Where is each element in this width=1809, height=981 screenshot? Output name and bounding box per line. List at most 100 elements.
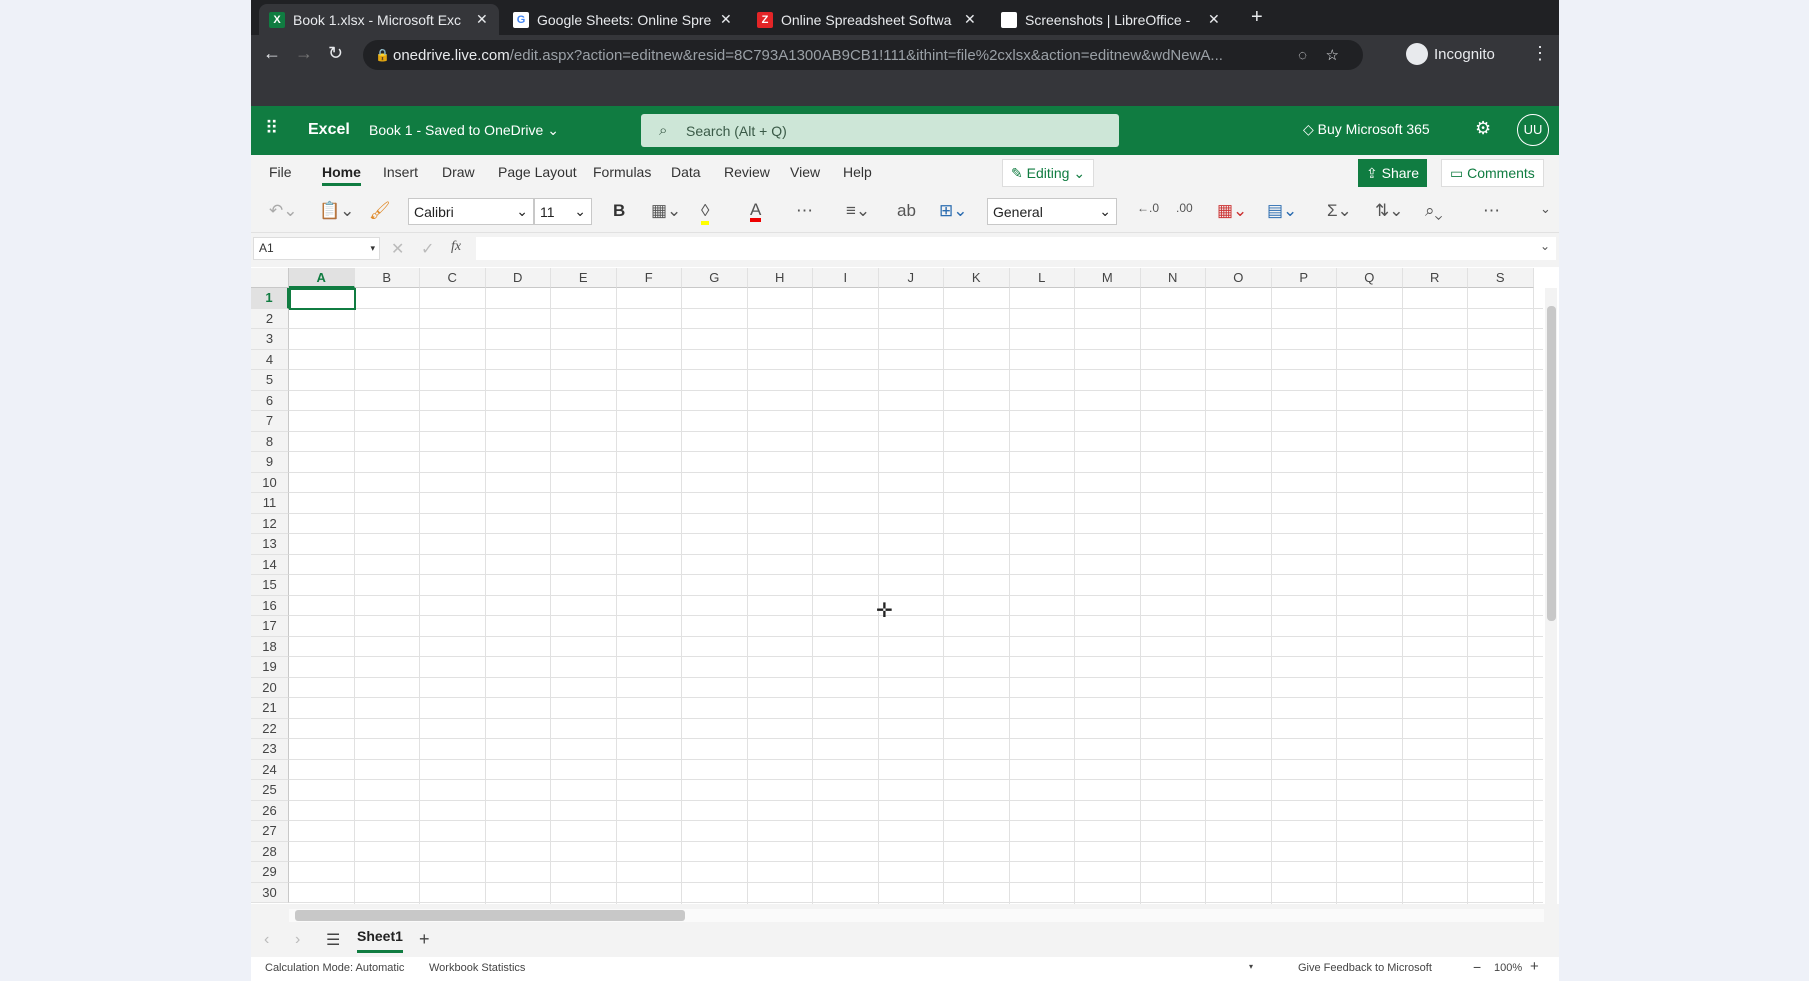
row-header[interactable]: 13 <box>251 534 289 555</box>
search-input[interactable]: ⌕ Search (Alt + Q) <box>641 114 1119 147</box>
spreadsheet-grid[interactable]: A B C D E F G H I J K L M N O P Q R S 1 2 3 4 5 6 7 8 9 10 11 12 13 14 15… <box>251 268 1543 904</box>
row-header[interactable]: 5 <box>251 370 289 391</box>
format-table-icon[interactable]: ▤⌄ <box>1267 201 1297 221</box>
row-header[interactable]: 15 <box>251 575 289 596</box>
row-header[interactable]: 8 <box>251 431 289 452</box>
row-header[interactable]: 14 <box>251 554 289 575</box>
column-header[interactable]: O <box>1206 268 1272 288</box>
comments-button[interactable]: ▭ Comments <box>1441 159 1544 187</box>
function-icon[interactable]: fx <box>451 239 461 255</box>
eye-off-icon[interactable]: ◌ <box>1298 47 1307 64</box>
decrease-decimal-icon[interactable]: .00 <box>1176 201 1193 215</box>
url-input[interactable]: 🔒 onedrive.live.com/edit.aspx?action=edi… <box>363 40 1363 70</box>
selected-cell[interactable] <box>289 288 356 310</box>
column-header[interactable]: R <box>1402 268 1468 288</box>
settings-icon[interactable]: ⚙ <box>1475 118 1491 139</box>
close-tab-icon[interactable]: ✕ <box>1208 11 1220 28</box>
wrap-text-icon[interactable]: ab <box>897 201 916 221</box>
tab-help[interactable]: Help <box>843 164 872 180</box>
feedback-link[interactable]: Give Feedback to Microsoft <box>1298 962 1432 974</box>
row-header[interactable]: 12 <box>251 513 289 534</box>
editing-mode-button[interactable]: ✎ Editing ⌄ <box>1002 159 1095 187</box>
next-sheet-icon[interactable]: › <box>295 931 300 949</box>
buy-microsoft-button[interactable]: ◇ Buy Microsoft 365 <box>1303 121 1430 138</box>
column-header[interactable]: J <box>878 268 944 288</box>
horizontal-scrollbar[interactable] <box>289 909 1544 922</box>
format-painter-icon[interactable]: 🖌 <box>369 201 391 221</box>
sort-filter-icon[interactable]: ⇅⌄ <box>1375 201 1404 221</box>
row-header[interactable]: 19 <box>251 657 289 678</box>
column-header[interactable]: H <box>747 268 813 288</box>
fill-color-icon[interactable]: ◊ <box>701 201 710 225</box>
row-header[interactable]: 6 <box>251 390 289 411</box>
font-name-select[interactable]: Calibri ⌄ <box>408 198 534 225</box>
tab-page-layout[interactable]: Page Layout <box>498 164 577 180</box>
align-icon[interactable]: ≡⌄ <box>846 201 870 221</box>
share-button[interactable]: ⇪ Share <box>1358 159 1427 187</box>
tab-home[interactable]: Home <box>322 164 361 186</box>
browser-tab[interactable]: G Google Sheets: Online Spre ✕ <box>503 4 743 35</box>
avatar[interactable]: UU <box>1517 114 1549 146</box>
workbook-statistics[interactable]: Workbook Statistics <box>429 962 525 974</box>
row-header[interactable]: 30 <box>251 882 289 903</box>
row-header[interactable]: 3 <box>251 329 289 350</box>
new-tab-icon[interactable]: + <box>1251 6 1263 29</box>
row-header[interactable]: 21 <box>251 698 289 719</box>
increase-decimal-icon[interactable]: ←.0 <box>1137 201 1159 215</box>
autosum-icon[interactable]: Σ⌄ <box>1327 201 1352 221</box>
tab-insert[interactable]: Insert <box>383 164 418 180</box>
browser-tab[interactable]: Z Online Spreadsheet Softwa ✕ <box>747 4 987 35</box>
zoom-in-icon[interactable]: + <box>1530 958 1539 975</box>
reload-icon[interactable]: ↻ <box>328 43 343 64</box>
vertical-scroll-thumb[interactable] <box>1547 306 1556 621</box>
column-header[interactable]: C <box>420 268 486 288</box>
column-header[interactable]: Q <box>1337 268 1403 288</box>
row-header[interactable]: 20 <box>251 677 289 698</box>
more-icon[interactable]: ⋯ <box>796 201 813 221</box>
formula-input[interactable]: ⌄ <box>476 237 1556 260</box>
add-sheet-icon[interactable]: + <box>419 929 430 950</box>
row-header[interactable]: 7 <box>251 411 289 432</box>
insert-cells-icon[interactable]: ▦⌄ <box>1217 201 1247 221</box>
name-box[interactable]: A1 ▾ <box>253 237 380 260</box>
close-tab-icon[interactable]: ✕ <box>964 11 976 28</box>
forward-icon[interactable]: → <box>295 43 313 64</box>
font-size-select[interactable]: 11 ⌄ <box>534 198 592 225</box>
row-header[interactable]: 25 <box>251 780 289 801</box>
browser-tab[interactable]: Screenshots | LibreOffice - ✕ <box>991 4 1231 35</box>
column-header[interactable]: L <box>1009 268 1075 288</box>
column-header[interactable]: S <box>1468 268 1534 288</box>
row-header[interactable]: 24 <box>251 759 289 780</box>
find-icon[interactable]: ⌕⌄ <box>1425 201 1443 221</box>
row-header[interactable]: 9 <box>251 452 289 473</box>
font-color-icon[interactable]: A <box>750 201 762 222</box>
expand-formula-icon[interactable]: ⌄ <box>1540 239 1550 253</box>
more-options-icon[interactable]: ⋯ <box>1483 201 1500 221</box>
tab-view[interactable]: View <box>790 164 820 180</box>
row-header[interactable]: 18 <box>251 636 289 657</box>
status-dropdown-icon[interactable]: ▾ <box>1249 962 1253 971</box>
column-header[interactable]: G <box>682 268 748 288</box>
row-header[interactable]: 10 <box>251 472 289 493</box>
vertical-scrollbar[interactable] <box>1545 288 1557 904</box>
row-header[interactable]: 1 <box>251 288 289 309</box>
row-header[interactable]: 16 <box>251 595 289 616</box>
browser-menu-icon[interactable]: ⋮ <box>1531 43 1549 64</box>
row-header[interactable]: 2 <box>251 308 289 329</box>
tab-data[interactable]: Data <box>671 164 701 180</box>
tab-draw[interactable]: Draw <box>442 164 475 180</box>
column-header[interactable]: I <box>813 268 879 288</box>
tab-review[interactable]: Review <box>724 164 770 180</box>
column-header[interactable]: P <box>1271 268 1337 288</box>
column-header[interactable]: A <box>289 268 355 288</box>
close-tab-icon[interactable]: ✕ <box>476 11 488 28</box>
select-all-corner[interactable] <box>251 268 289 288</box>
row-header[interactable]: 29 <box>251 862 289 883</box>
column-header[interactable]: D <box>485 268 551 288</box>
column-header[interactable]: K <box>944 268 1010 288</box>
cancel-icon[interactable]: ✕ <box>391 239 404 259</box>
app-launcher-icon[interactable]: ⠿ <box>265 118 278 139</box>
row-header[interactable]: 22 <box>251 718 289 739</box>
browser-tab[interactable]: X Book 1.xlsx - Microsoft Exc ✕ <box>259 4 499 35</box>
number-format-select[interactable]: General ⌄ <box>987 198 1117 225</box>
